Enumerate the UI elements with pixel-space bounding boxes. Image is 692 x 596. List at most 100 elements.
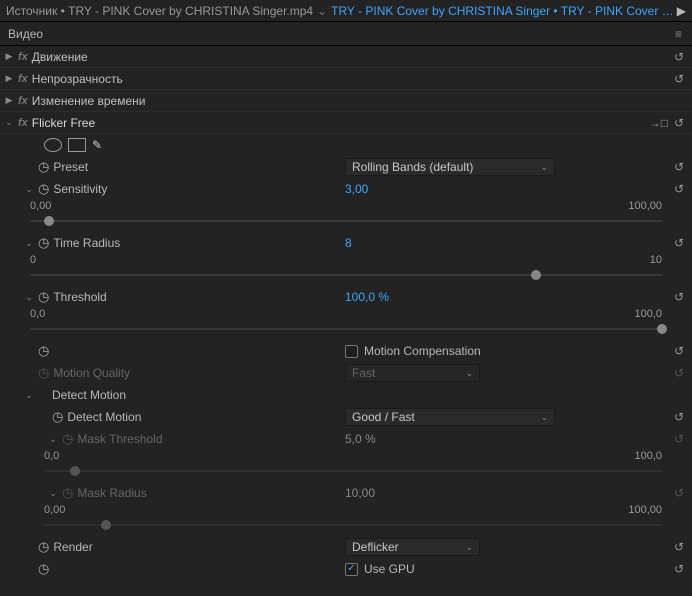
dropdown-value: Deflicker bbox=[352, 540, 399, 554]
stopwatch-icon[interactable]: ◷ bbox=[52, 409, 63, 425]
reset-icon[interactable]: ↺ bbox=[674, 540, 684, 554]
reset-icon[interactable]: ↺ bbox=[674, 562, 684, 576]
overflow-play-icon[interactable]: ▶ bbox=[677, 4, 686, 18]
param-row-mask-radius: ⌄ ◷ Mask Radius 10,00 ↺ bbox=[0, 482, 692, 504]
source-label: Источник • TRY - PINK Cover by CHRISTINA… bbox=[6, 4, 313, 18]
stopwatch-icon[interactable]: ◷ bbox=[38, 181, 49, 197]
settings-icon[interactable]: →□ bbox=[649, 116, 668, 130]
stopwatch-icon: ◷ bbox=[38, 365, 49, 381]
param-row-detect-motion: ◷ Detect Motion Good / Fast ⌄ ↺ bbox=[0, 406, 692, 428]
effect-name: Изменение времени bbox=[32, 94, 146, 108]
param-label: Sensitivity bbox=[53, 182, 107, 196]
chevron-down-icon: ⌄ bbox=[465, 542, 473, 553]
twisty-icon[interactable]: ⌄ bbox=[48, 488, 58, 499]
chevron-down-icon: ⌄ bbox=[540, 162, 548, 173]
stopwatch-icon: ◷ bbox=[62, 485, 73, 501]
mask-ellipse-icon[interactable] bbox=[44, 138, 62, 152]
slider-range-labels: 010 bbox=[0, 254, 692, 268]
twisty-icon[interactable]: ⌄ bbox=[24, 390, 34, 401]
fx-badge-icon[interactable]: fx bbox=[18, 51, 28, 63]
param-label: Mask Threshold bbox=[77, 432, 162, 446]
reset-icon[interactable]: ↺ bbox=[674, 290, 684, 304]
effect-row-motion[interactable]: ▶ fx Движение ↺ bbox=[0, 46, 692, 68]
mask-pen-icon[interactable]: ✎ bbox=[92, 138, 102, 152]
mask-threshold-slider bbox=[44, 464, 662, 478]
chevron-down-icon: ⌄ bbox=[465, 368, 473, 379]
reset-icon: ↺ bbox=[674, 366, 684, 380]
sensitivity-slider[interactable] bbox=[30, 214, 662, 228]
stopwatch-icon: ◷ bbox=[62, 431, 73, 447]
fx-badge-icon[interactable]: fx bbox=[18, 95, 28, 107]
effect-name: Непрозрачность bbox=[32, 72, 123, 86]
twisty-icon[interactable]: ⌄ bbox=[24, 238, 34, 249]
mask-shapes-row: ✎ bbox=[0, 134, 692, 156]
use-gpu-checkbox[interactable] bbox=[345, 563, 358, 576]
reset-icon[interactable]: ↺ bbox=[674, 410, 684, 424]
tab-active[interactable]: TRY - PINK Cover by CHRISTINA Singer • T… bbox=[331, 4, 677, 18]
param-label: Render bbox=[53, 540, 92, 554]
param-value[interactable]: 100,0 % bbox=[345, 290, 389, 304]
twisty-icon[interactable]: ▶ bbox=[4, 95, 14, 106]
mask-rect-icon[interactable] bbox=[68, 138, 86, 152]
category-bar: Видео ≡ bbox=[0, 22, 692, 46]
param-value[interactable]: 3,00 bbox=[345, 182, 368, 196]
panel-menu-icon[interactable]: ≡ bbox=[675, 27, 682, 41]
effect-name: Flicker Free bbox=[32, 116, 95, 130]
checkbox-label: Motion Compensation bbox=[364, 344, 481, 358]
stopwatch-icon[interactable]: ◷ bbox=[38, 343, 49, 359]
param-label: Mask Radius bbox=[77, 486, 146, 500]
slider-range-labels: 0,0100,0 bbox=[0, 450, 692, 464]
reset-icon[interactable]: ↺ bbox=[674, 236, 684, 250]
param-value[interactable]: 8 bbox=[345, 236, 352, 250]
param-value: 10,00 bbox=[345, 486, 375, 500]
param-row-motion-quality: ◷ Motion Quality Fast ⌄ ↺ bbox=[0, 362, 692, 384]
reset-icon: ↺ bbox=[674, 432, 684, 446]
preset-dropdown[interactable]: Rolling Bands (default) ⌄ bbox=[345, 158, 555, 176]
chevron-down-icon[interactable]: ⌄ bbox=[317, 4, 327, 18]
reset-icon[interactable]: ↺ bbox=[674, 344, 684, 358]
param-row-preset: ◷ Preset Rolling Bands (default) ⌄ ↺ bbox=[0, 156, 692, 178]
effect-row-flicker-free[interactable]: ⌄ fx Flicker Free →□ ↺ bbox=[0, 112, 692, 134]
twisty-icon[interactable]: ⌄ bbox=[48, 434, 58, 445]
param-row-motion-comp: ◷ Motion Compensation ↺ bbox=[0, 340, 692, 362]
stopwatch-icon[interactable]: ◷ bbox=[38, 561, 49, 577]
twisty-icon[interactable]: ▶ bbox=[4, 73, 14, 84]
reset-icon[interactable]: ↺ bbox=[674, 116, 684, 130]
param-row-mask-threshold: ⌄ ◷ Mask Threshold 5,0 % ↺ bbox=[0, 428, 692, 450]
param-label: Time Radius bbox=[53, 236, 120, 250]
param-label: Threshold bbox=[53, 290, 106, 304]
param-group-detect-motion: ⌄ Detect Motion bbox=[0, 384, 692, 406]
stopwatch-icon[interactable]: ◷ bbox=[38, 159, 49, 175]
effect-row-opacity[interactable]: ▶ fx Непрозрачность ↺ bbox=[0, 68, 692, 90]
effect-name: Движение bbox=[32, 50, 88, 64]
slider-range-labels: 0,0100,0 bbox=[0, 308, 692, 322]
time-radius-slider[interactable] bbox=[30, 268, 662, 282]
reset-icon[interactable]: ↺ bbox=[674, 72, 692, 86]
reset-icon[interactable]: ↺ bbox=[674, 182, 684, 196]
twisty-icon[interactable]: ⌄ bbox=[24, 292, 34, 303]
fx-badge-icon[interactable]: fx bbox=[18, 73, 28, 85]
motion-comp-checkbox[interactable] bbox=[345, 345, 358, 358]
reset-icon[interactable]: ↺ bbox=[674, 50, 692, 64]
twisty-icon[interactable]: ⌄ bbox=[24, 184, 34, 195]
slider-range-labels: 0,00100,00 bbox=[0, 504, 692, 518]
twisty-icon[interactable]: ⌄ bbox=[4, 117, 14, 128]
fx-badge-icon[interactable]: fx bbox=[18, 117, 28, 129]
threshold-slider[interactable] bbox=[30, 322, 662, 336]
render-dropdown[interactable]: Deflicker ⌄ bbox=[345, 538, 480, 556]
param-label: Detect Motion bbox=[52, 388, 126, 402]
reset-icon[interactable]: ↺ bbox=[674, 160, 684, 174]
stopwatch-icon[interactable]: ◷ bbox=[38, 235, 49, 251]
category-label: Видео bbox=[8, 27, 43, 41]
stopwatch-icon[interactable]: ◷ bbox=[38, 539, 49, 555]
effect-row-time-remap[interactable]: ▶ fx Изменение времени bbox=[0, 90, 692, 112]
dropdown-value: Fast bbox=[352, 366, 375, 380]
param-row-use-gpu: ◷ Use GPU ↺ bbox=[0, 558, 692, 580]
param-value: 5,0 % bbox=[345, 432, 376, 446]
dropdown-value: Good / Fast bbox=[352, 410, 415, 424]
param-row-sensitivity: ⌄ ◷ Sensitivity 3,00 ↺ bbox=[0, 178, 692, 200]
detect-motion-dropdown[interactable]: Good / Fast ⌄ bbox=[345, 408, 555, 426]
stopwatch-icon[interactable]: ◷ bbox=[38, 289, 49, 305]
twisty-icon[interactable]: ▶ bbox=[4, 51, 14, 62]
slider-range-labels: 0,00100,00 bbox=[0, 200, 692, 214]
